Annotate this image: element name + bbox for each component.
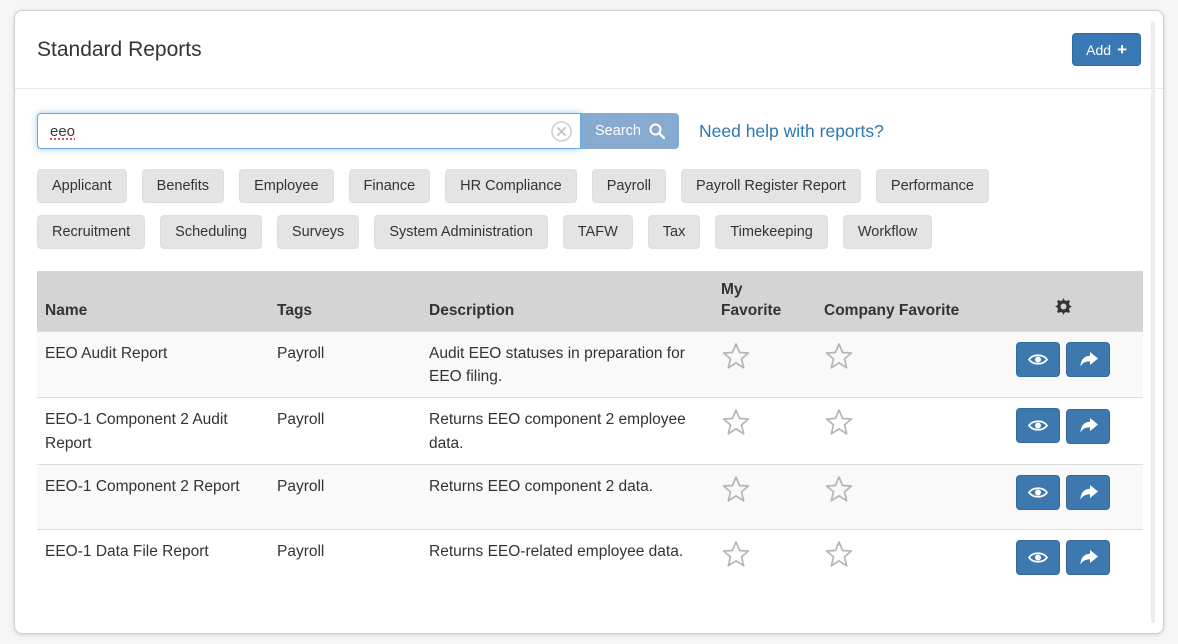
help-link[interactable]: Need help with reports?	[699, 121, 884, 142]
report-name: EEO-1 Data File Report	[37, 529, 269, 594]
eye-icon	[1027, 484, 1049, 501]
magnifier-icon	[649, 123, 665, 139]
eye-icon	[1027, 549, 1049, 566]
report-tags: Payroll	[269, 464, 421, 529]
tag-scheduling[interactable]: Scheduling	[160, 215, 262, 249]
report-description: Returns EEO-related employee data.	[421, 529, 713, 594]
panel-header: Standard Reports Add +	[15, 11, 1163, 89]
panel-body: eeo Search Need help with reports?	[15, 89, 1163, 594]
tag-tax[interactable]: Tax	[648, 215, 701, 249]
eye-icon	[1027, 351, 1049, 368]
search-input-value: eeo	[50, 123, 75, 140]
report-description: Audit EEO statuses in preparation for EE…	[421, 331, 713, 398]
report-name: EEO-1 Component 2 Report	[37, 464, 269, 529]
star-outline-icon	[824, 475, 854, 505]
run-report-button[interactable]	[1066, 409, 1110, 444]
tag-benefits[interactable]: Benefits	[142, 169, 224, 203]
table-row: EEO-1 Component 2 Audit Report Payroll R…	[37, 398, 1143, 465]
tag-row-1: Applicant Benefits Employee Finance HR C…	[37, 169, 1141, 203]
column-header-tags: Tags	[269, 271, 421, 331]
my-favorite-toggle[interactable]	[721, 475, 751, 505]
star-outline-icon	[721, 342, 751, 372]
run-report-button[interactable]	[1066, 540, 1110, 575]
report-name: EEO Audit Report	[37, 331, 269, 398]
column-settings-button[interactable]	[983, 271, 1143, 331]
gear-icon	[1055, 298, 1072, 315]
preview-report-button[interactable]	[1016, 540, 1060, 575]
table-header-row: Name Tags Description My Favorite Compan…	[37, 271, 1143, 331]
tag-tafw[interactable]: TAFW	[563, 215, 633, 249]
report-tags: Payroll	[269, 398, 421, 465]
my-favorite-toggle[interactable]	[721, 342, 751, 372]
eye-icon	[1027, 417, 1049, 434]
star-outline-icon	[824, 342, 854, 372]
table-row: EEO Audit Report Payroll Audit EEO statu…	[37, 331, 1143, 398]
tag-finance[interactable]: Finance	[349, 169, 431, 203]
column-header-description: Description	[421, 271, 713, 331]
tag-applicant[interactable]: Applicant	[37, 169, 127, 203]
company-favorite-toggle[interactable]	[824, 408, 854, 438]
report-description: Returns EEO component 2 data.	[421, 464, 713, 529]
star-outline-icon	[721, 540, 751, 570]
preview-report-button[interactable]	[1016, 342, 1060, 377]
tag-system-administration[interactable]: System Administration	[374, 215, 547, 249]
run-report-button[interactable]	[1066, 475, 1110, 510]
report-tags: Payroll	[269, 529, 421, 594]
company-favorite-toggle[interactable]	[824, 342, 854, 372]
tag-payroll-register-report[interactable]: Payroll Register Report	[681, 169, 861, 203]
my-favorite-toggle[interactable]	[721, 408, 751, 438]
tag-employee[interactable]: Employee	[239, 169, 333, 203]
reports-table: Name Tags Description My Favorite Compan…	[37, 271, 1143, 594]
add-button[interactable]: Add +	[1072, 33, 1141, 66]
standard-reports-panel: Standard Reports Add + eeo Search	[14, 10, 1164, 634]
report-name: EEO-1 Component 2 Audit Report	[37, 398, 269, 465]
table-row: EEO-1 Data File Report Payroll Returns E…	[37, 529, 1143, 594]
star-outline-icon	[721, 408, 751, 438]
vertical-scrollbar[interactable]	[1151, 21, 1155, 623]
tag-filter-group: Applicant Benefits Employee Finance HR C…	[37, 169, 1141, 249]
share-arrow-icon	[1078, 485, 1098, 501]
report-description: Returns EEO component 2 employee data.	[421, 398, 713, 465]
add-button-label: Add	[1086, 42, 1111, 58]
star-outline-icon	[824, 408, 854, 438]
company-favorite-toggle[interactable]	[824, 540, 854, 570]
run-report-button[interactable]	[1066, 342, 1110, 377]
report-tags: Payroll	[269, 331, 421, 398]
share-arrow-icon	[1078, 352, 1098, 368]
tag-surveys[interactable]: Surveys	[277, 215, 359, 249]
star-outline-icon	[824, 540, 854, 570]
star-outline-icon	[721, 475, 751, 505]
search-button-label: Search	[595, 123, 641, 139]
table-row: EEO-1 Component 2 Report Payroll Returns…	[37, 464, 1143, 529]
column-header-company-favorite: Company Favorite	[816, 271, 983, 331]
page-title: Standard Reports	[37, 38, 202, 62]
preview-report-button[interactable]	[1016, 408, 1060, 443]
tag-recruitment[interactable]: Recruitment	[37, 215, 145, 249]
tag-payroll[interactable]: Payroll	[592, 169, 666, 203]
company-favorite-toggle[interactable]	[824, 475, 854, 505]
share-arrow-icon	[1078, 550, 1098, 566]
tag-timekeeping[interactable]: Timekeeping	[715, 215, 827, 249]
tag-performance[interactable]: Performance	[876, 169, 989, 203]
search-button[interactable]: Search	[581, 113, 679, 149]
tag-hr-compliance[interactable]: HR Compliance	[445, 169, 577, 203]
tag-workflow[interactable]: Workflow	[843, 215, 932, 249]
plus-icon: +	[1117, 41, 1127, 58]
tag-row-2: Recruitment Scheduling Surveys System Ad…	[37, 215, 1141, 249]
clear-search-button[interactable]	[551, 121, 572, 142]
search-input[interactable]: eeo	[37, 113, 581, 149]
column-header-name: Name	[37, 271, 269, 331]
share-arrow-icon	[1078, 418, 1098, 434]
circle-x-icon	[551, 121, 572, 142]
preview-report-button[interactable]	[1016, 475, 1060, 510]
my-favorite-toggle[interactable]	[721, 540, 751, 570]
column-header-my-favorite: My Favorite	[713, 271, 816, 331]
search-row: eeo Search Need help with reports?	[37, 113, 1141, 149]
